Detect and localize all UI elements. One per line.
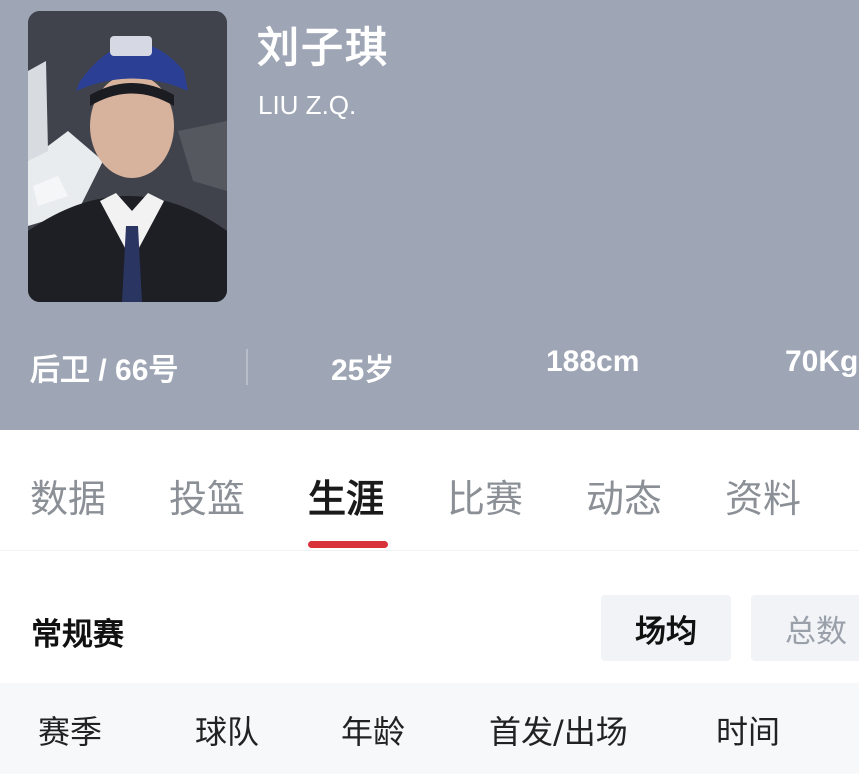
divider — [0, 550, 859, 551]
table-header: 赛季 球队 年龄 首发/出场 时间 — [0, 683, 859, 774]
weight-stat: 70Kg — [785, 345, 859, 378]
column-header-season[interactable]: 赛季 — [38, 707, 102, 753]
column-header-age[interactable]: 年龄 — [341, 707, 405, 753]
tab-games[interactable]: 比赛 — [447, 468, 523, 523]
toggle-totals[interactable]: 总数 — [751, 595, 859, 661]
tab-profile[interactable]: 资料 — [725, 468, 801, 523]
stat-divider — [246, 349, 248, 385]
player-name-cn: 刘子琪 — [257, 23, 390, 72]
height-stat: 188cm — [546, 345, 640, 378]
position-number: 后卫 / 66号 — [30, 354, 179, 387]
player-avatar — [28, 11, 227, 302]
tab-data[interactable]: 数据 — [30, 468, 106, 523]
active-tab-indicator — [308, 541, 388, 548]
tab-bar: 数据 投篮 生涯 比赛 动态 资料 — [0, 430, 859, 550]
toggle-per-game[interactable]: 场均 — [601, 595, 731, 661]
player-header: 刘子琪 LIU Z.Q. 后卫 / 66号 25岁 188cm 70Kg — [0, 0, 859, 430]
section-title: 常规赛 — [31, 617, 124, 653]
column-header-starts-games[interactable]: 首发/出场 — [489, 707, 628, 753]
tab-news[interactable]: 动态 — [586, 468, 662, 523]
tab-career[interactable]: 生涯 — [308, 468, 384, 523]
age-stat: 25岁 — [331, 354, 395, 387]
tab-shooting[interactable]: 投篮 — [169, 468, 245, 523]
player-name-en: LIU Z.Q. — [258, 90, 357, 120]
column-header-team[interactable]: 球队 — [195, 707, 259, 753]
column-header-minutes[interactable]: 时间 — [716, 707, 780, 753]
